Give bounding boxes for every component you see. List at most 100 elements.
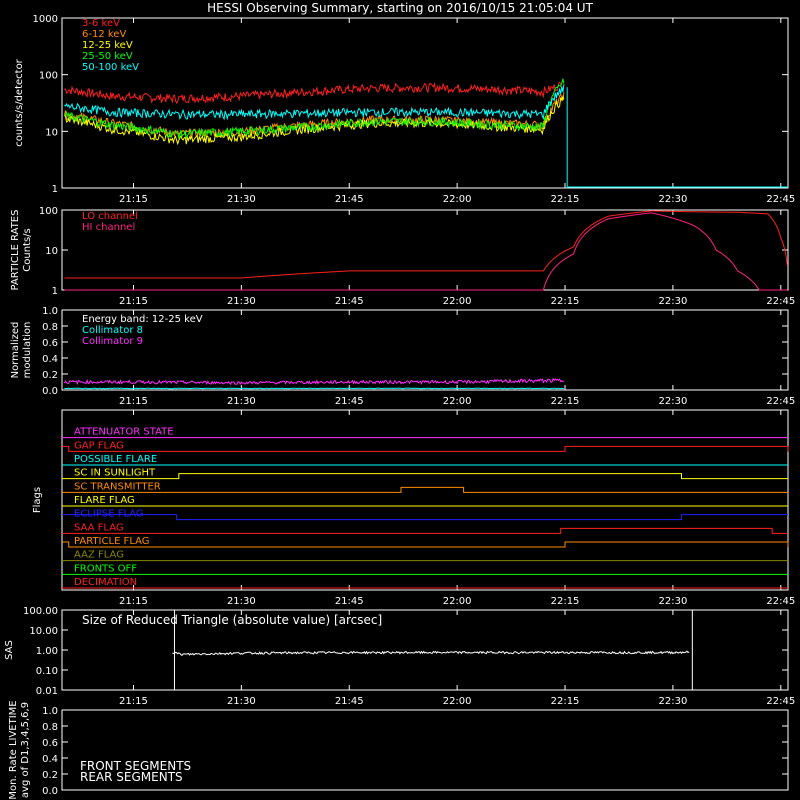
flag-label: GAP FLAG (74, 440, 124, 451)
flag-line (62, 541, 789, 548)
y-tick-label: 10.00 (29, 626, 58, 637)
x-tick-label: 22:00 (443, 396, 472, 407)
sas-annotation: Size of Reduced Triangle (absolute value… (82, 613, 382, 627)
flag-label: SC IN SUNLIGHT (74, 468, 156, 479)
x-tick-label: 21:45 (335, 596, 364, 607)
y-tick-label: 0.0 (42, 386, 58, 397)
x-tick-label: 22:00 (443, 194, 472, 205)
x-tick-label: 21:30 (227, 396, 256, 407)
y-tick-label: 0.4 (42, 354, 58, 365)
x-tick-label: 22:00 (443, 296, 472, 307)
legend-entry: 50-100 keV (82, 62, 139, 73)
y-tick-label: 0.4 (42, 754, 58, 765)
y-axis-label: SAS (4, 640, 15, 660)
x-tick-label: 22:15 (551, 596, 580, 607)
panel-frame-countrates (61, 17, 789, 189)
y-tick-label: 0.2 (42, 770, 58, 781)
y-tick-label: 0.2 (42, 370, 58, 381)
legend-entry: 6-12 keV (82, 29, 126, 40)
y-tick-label: 0.8 (42, 722, 58, 733)
chart-title: HESSI Observing Summary, starting on 201… (207, 1, 593, 15)
x-tick-label: 22:30 (658, 296, 687, 307)
x-tick-label: 21:15 (119, 296, 148, 307)
flag-line (62, 445, 789, 452)
y-tick-label: 0.6 (42, 738, 58, 749)
legend-entry: Collimator 9 (82, 336, 143, 347)
flag-label: SAA FLAG (74, 522, 124, 533)
x-tick-label: 22:45 (766, 696, 795, 707)
y-tick-label: 0.01 (36, 686, 58, 697)
series-Collimator-9-line (63, 377, 564, 385)
x-tick-label: 21:45 (335, 194, 364, 205)
y-tick-label: 100.00 (23, 606, 58, 617)
series-LO-channel-line (64, 210, 788, 279)
y-axis-label: counts/s/detector (14, 58, 25, 146)
y-tick-label: 1.0 (42, 706, 58, 717)
y-tick-label: 10 (45, 246, 58, 257)
x-tick-label: 21:45 (335, 696, 364, 707)
x-tick-label: 21:15 (119, 396, 148, 407)
legend-entry: REAR SEGMENTS (80, 770, 183, 784)
y-tick-label: 100 (39, 206, 58, 217)
y-tick-label: 10 (45, 127, 58, 138)
flag-label: PARTICLE FLAG (74, 536, 150, 547)
flag-label: AAZ FLAG (74, 550, 124, 561)
y-axis-label: modulation (22, 322, 33, 379)
y-tick-label: 1 (52, 184, 58, 195)
legend-entry: 12-25 keV (82, 40, 133, 51)
legend-entry: 3-6 keV (82, 18, 120, 29)
sas-triangle-line (172, 650, 690, 657)
y-tick-label: 0.10 (36, 666, 58, 677)
legend-entry: HI channel (82, 222, 135, 233)
y-axis-label: Flags (32, 487, 43, 513)
x-tick-label: 22:15 (551, 296, 580, 307)
x-tick-label: 21:15 (119, 596, 148, 607)
energy-band-annotation: Energy band: 12-25 keV (82, 314, 203, 325)
observing-summary-chart: HESSI Observing Summary, starting on 201… (4, 1, 795, 800)
y-axis-label: PARTICLE RATES (10, 210, 21, 291)
y-axis-label: avg of D1,3,4,5,6,9 (20, 702, 31, 798)
x-tick-label: 22:15 (551, 194, 580, 205)
y-tick-label: 1 (52, 286, 58, 297)
x-tick-label: 22:00 (443, 596, 472, 607)
y-tick-label: 0.8 (42, 322, 58, 333)
flag-label: SC TRANSMITTER (74, 481, 161, 492)
y-axis-label: Normalized (10, 322, 21, 379)
x-tick-label: 22:45 (766, 396, 795, 407)
y-tick-label: 100 (39, 71, 58, 82)
flag-label: ATTENUATOR STATE (74, 427, 174, 438)
legend-entry: LO channel (82, 211, 138, 222)
flag-label: FRONTS OFF (74, 563, 137, 574)
x-tick-label: 22:45 (766, 296, 795, 307)
x-tick-label: 22:45 (766, 194, 795, 205)
flag-label: POSSIBLE FLARE (74, 454, 157, 465)
x-tick-label: 22:30 (658, 396, 687, 407)
flag-label: DECIMATION (74, 577, 137, 588)
x-tick-label: 21:15 (119, 696, 148, 707)
x-tick-label: 22:30 (658, 596, 687, 607)
x-tick-label: 22:00 (443, 696, 472, 707)
x-tick-label: 22:15 (551, 696, 580, 707)
x-tick-label: 21:15 (119, 194, 148, 205)
y-tick-label: 1.0 (42, 306, 58, 317)
x-tick-label: 21:30 (227, 194, 256, 205)
flag-line (62, 486, 788, 493)
series-Collimator-8-line (64, 387, 564, 390)
y-axis-label: Mon. Rate LIVETIME (8, 700, 19, 799)
x-tick-label: 21:30 (227, 696, 256, 707)
x-tick-label: 22:15 (551, 396, 580, 407)
x-tick-label: 21:30 (227, 296, 256, 307)
y-tick-label: 0.6 (42, 338, 58, 349)
x-tick-label: 22:30 (658, 194, 687, 205)
x-tick-label: 22:45 (766, 596, 795, 607)
y-axis-label: Counts/s (22, 228, 33, 272)
flag-line (62, 473, 788, 480)
x-tick-label: 21:30 (227, 596, 256, 607)
x-tick-label: 21:45 (335, 396, 364, 407)
y-tick-label: 0.0 (42, 786, 58, 797)
y-tick-label: 1.00 (36, 646, 58, 657)
legend-entry: 25-50 keV (82, 51, 133, 62)
flag-label: ECLIPSE FLAG (74, 509, 144, 520)
y-tick-label: 1000 (33, 14, 58, 25)
x-tick-label: 22:30 (658, 696, 687, 707)
